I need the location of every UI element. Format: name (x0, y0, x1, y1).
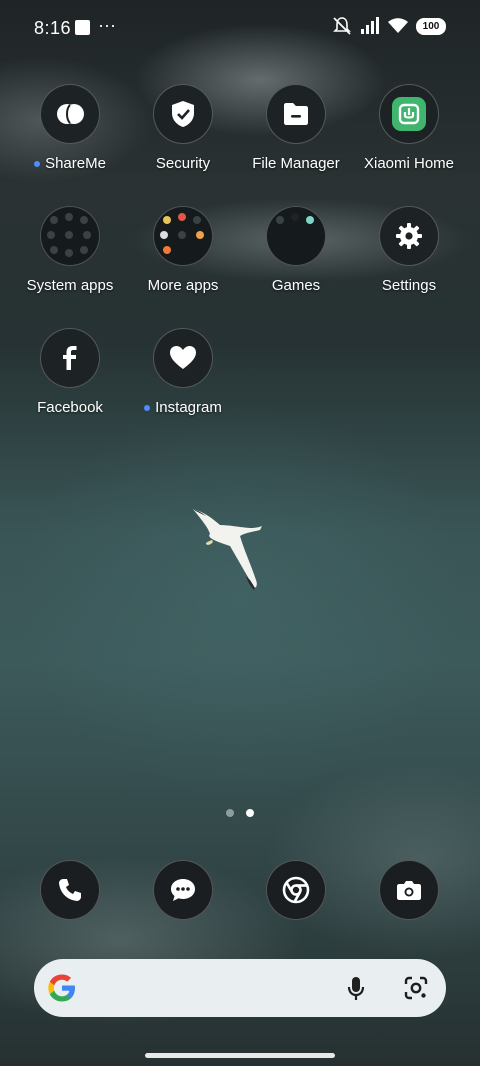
app-facebook[interactable]: Facebook (14, 328, 126, 416)
dock-phone[interactable] (40, 860, 100, 920)
shield-icon (153, 84, 213, 144)
gear-icon (379, 206, 439, 266)
app-shareme[interactable]: ShareMe (14, 84, 126, 172)
app-xiaomi-home[interactable]: Xiaomi Home (353, 84, 465, 172)
mute-icon (333, 17, 351, 35)
heart-icon (153, 328, 213, 388)
folder-icon (266, 84, 326, 144)
wallpaper-bird (193, 509, 262, 590)
app-settings[interactable]: Settings (353, 206, 465, 294)
signal-icon (361, 17, 379, 34)
page-indicator-dot-2[interactable] (246, 809, 254, 817)
facebook-icon (40, 328, 100, 388)
new-badge (144, 404, 151, 411)
games-folder-icon (266, 206, 326, 266)
dock-camera[interactable] (379, 860, 439, 920)
more-notifications-icon: ··· (98, 15, 116, 35)
app-label: System apps (26, 277, 114, 294)
folder-games[interactable]: Games (240, 206, 352, 294)
microphone-icon[interactable] (346, 976, 366, 1002)
app-label: Xiaomi Home (363, 155, 455, 172)
app-label: More apps (147, 277, 219, 294)
system-apps-folder-icon (40, 206, 100, 266)
notification-icon (75, 20, 90, 35)
wifi-icon (388, 18, 408, 33)
battery-indicator: 100 (416, 17, 446, 35)
app-label: Settings (381, 277, 437, 294)
phone-icon (59, 879, 81, 901)
folder-system-apps[interactable]: System apps (14, 206, 126, 294)
google-search-bar[interactable] (34, 959, 446, 1017)
new-badge (34, 160, 41, 167)
app-label: File Manager (252, 155, 340, 172)
google-lens-icon[interactable] (404, 976, 428, 1000)
app-label: Security (155, 155, 211, 172)
messages-icon (171, 879, 195, 901)
app-file-manager[interactable]: File Manager (240, 84, 352, 172)
shareme-icon (40, 84, 100, 144)
page-indicator-dot-1[interactable] (226, 809, 234, 817)
app-label: Games (271, 277, 321, 294)
folder-more-apps[interactable]: More apps (127, 206, 239, 294)
more-apps-folder-icon (153, 206, 213, 266)
xiaomi-home-icon (379, 84, 439, 144)
dock-messages[interactable] (153, 860, 213, 920)
google-logo-icon (48, 974, 75, 1002)
gesture-navigation-bar[interactable] (145, 1053, 335, 1058)
app-label: Facebook (37, 399, 103, 416)
dock-chrome[interactable] (266, 860, 326, 920)
app-label: Instagram (155, 399, 222, 416)
camera-icon (397, 881, 421, 900)
app-security[interactable]: Security (127, 84, 239, 172)
chrome-icon (282, 876, 310, 904)
clock: 8:16 (34, 18, 72, 38)
status-bar: 8:16 ··· 100 (0, 0, 480, 56)
app-label: ShareMe (45, 155, 106, 172)
app-instagram[interactable]: Instagram (127, 328, 239, 416)
